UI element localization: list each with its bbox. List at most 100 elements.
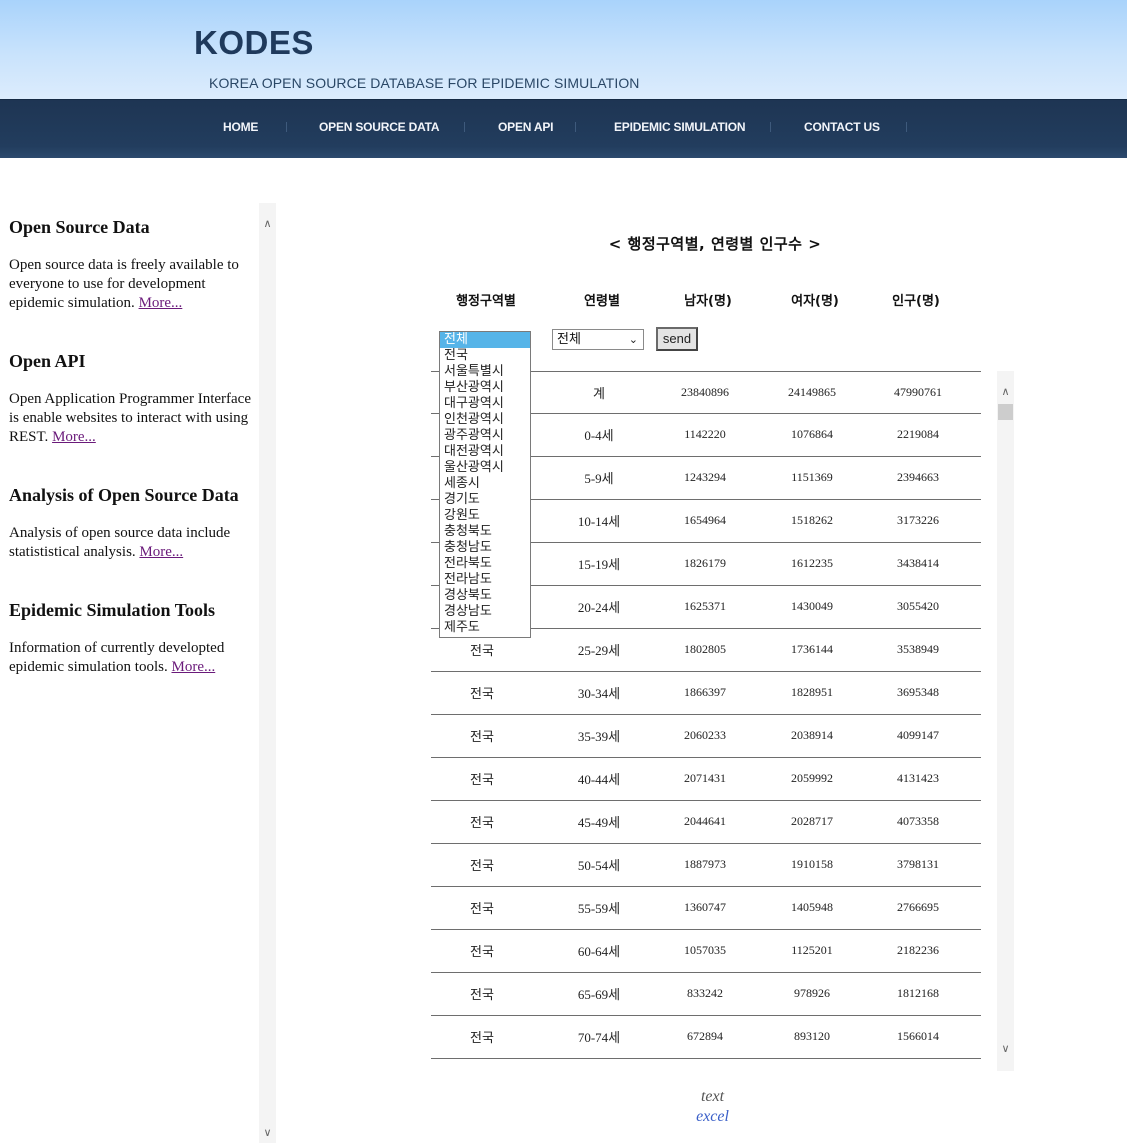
more-link[interactable]: More... xyxy=(171,659,215,675)
total-cell: 47990761 xyxy=(894,385,942,399)
region-cell: 전국 xyxy=(470,945,494,960)
chevron-up-icon[interactable]: ∧ xyxy=(259,218,276,230)
region-option[interactable]: 경기도 xyxy=(440,492,530,508)
region-option[interactable]: 경상북도 xyxy=(440,588,530,604)
male-cell: 1360747 xyxy=(684,900,726,914)
male-cell: 1887973 xyxy=(684,857,726,871)
female-cell: 1736144 xyxy=(791,642,833,656)
region-option[interactable]: 인천광역시 xyxy=(440,412,530,428)
male-cell: 2060233 xyxy=(684,728,726,742)
age-cell: 60-64세 xyxy=(577,944,621,959)
sidebar-text: Information of currently developted epid… xyxy=(9,639,254,677)
region-option[interactable]: 전라남도 xyxy=(440,572,530,588)
more-link[interactable]: More... xyxy=(139,295,183,311)
female-cell: 978926 xyxy=(794,986,830,1000)
chevron-down-icon: ⌄ xyxy=(628,333,638,346)
total-cell: 3695348 xyxy=(897,685,939,699)
region-cell: 전국 xyxy=(470,773,494,788)
sidebar-description: Analysis of open source data include sta… xyxy=(9,525,231,560)
region-option[interactable]: 충청북도 xyxy=(440,524,530,540)
table-row: 전국 30-34세 1866397 1828951 3695348 xyxy=(431,672,981,715)
chevron-down-icon[interactable]: ∨ xyxy=(259,1127,276,1139)
age-cell: 0-4세 xyxy=(584,428,614,443)
total-cell: 2394663 xyxy=(897,470,939,484)
region-option[interactable]: 부산광역시 xyxy=(440,380,530,396)
region-cell: 전국 xyxy=(470,730,494,745)
total-cell: 3438414 xyxy=(897,556,939,570)
total-cell: 2219084 xyxy=(897,427,939,441)
region-cell: 전국 xyxy=(470,687,494,702)
region-option[interactable]: 충청남도 xyxy=(440,540,530,556)
region-option[interactable]: 전체 xyxy=(440,332,530,348)
age-cell: 25-29세 xyxy=(577,643,621,658)
region-option[interactable]: 서울특별시 xyxy=(440,364,530,380)
region-option[interactable]: 광주광역시 xyxy=(440,428,530,444)
male-cell: 1243294 xyxy=(684,470,726,484)
sidebar-section-open-source-data: Open Source Data Open source data is fre… xyxy=(9,217,254,313)
nav-contact-us[interactable]: CONTACT US xyxy=(804,120,880,134)
more-link[interactable]: More... xyxy=(52,429,96,445)
scrollbar-thumb[interactable] xyxy=(998,404,1013,420)
nav-divider xyxy=(464,122,465,132)
age-cell: 35-39세 xyxy=(577,729,621,744)
total-cell: 4131423 xyxy=(897,771,939,785)
region-option[interactable]: 경상남도 xyxy=(440,604,530,620)
sidebar-scrollbar[interactable]: ∧ ∨ xyxy=(259,203,276,1143)
female-cell: 1828951 xyxy=(791,685,833,699)
female-cell: 1518262 xyxy=(791,513,833,527)
female-cell: 24149865 xyxy=(788,385,836,399)
region-cell: 전국 xyxy=(470,816,494,831)
male-cell: 1625371 xyxy=(684,599,726,613)
total-cell: 3173226 xyxy=(897,513,939,527)
age-cell: 30-34세 xyxy=(577,686,621,701)
site-logo[interactable]: KODES xyxy=(194,24,314,62)
sidebar-section-simulation-tools: Epidemic Simulation Tools Information of… xyxy=(9,600,254,677)
age-cell: 10-14세 xyxy=(577,514,621,529)
male-cell: 833242 xyxy=(687,986,723,1000)
column-header-region: 행정구역별 xyxy=(456,294,516,309)
region-cell: 전국 xyxy=(470,1031,494,1046)
chevron-down-icon[interactable]: ∨ xyxy=(997,1043,1014,1055)
chevron-up-icon[interactable]: ∧ xyxy=(997,386,1014,398)
sidebar-section-analysis: Analysis of Open Source Data Analysis of… xyxy=(9,485,254,562)
nav-open-source-data[interactable]: OPEN SOURCE DATA xyxy=(319,120,440,134)
male-cell: 2071431 xyxy=(684,771,726,785)
more-link[interactable]: More... xyxy=(139,544,183,560)
total-cell: 2766695 xyxy=(897,900,939,914)
female-cell: 893120 xyxy=(794,1029,830,1043)
nav-open-api[interactable]: OPEN API xyxy=(498,120,554,134)
region-option[interactable]: 대구광역시 xyxy=(440,396,530,412)
age-cell: 45-49세 xyxy=(577,815,621,830)
nav-epidemic-simulation[interactable]: EPIDEMIC SIMULATION xyxy=(614,120,746,134)
send-button[interactable]: send xyxy=(656,327,698,351)
page-title: < 행정구역별, 연령별 인구수 > xyxy=(608,235,822,253)
total-cell: 3798131 xyxy=(897,857,939,871)
male-cell: 1826179 xyxy=(684,556,726,570)
region-option[interactable]: 세종시 xyxy=(440,476,530,492)
table-scrollbar[interactable]: ∧ ∨ xyxy=(997,371,1014,1071)
region-option[interactable]: 강원도 xyxy=(440,508,530,524)
download-excel-link[interactable]: excel xyxy=(640,1106,785,1127)
nav-home[interactable]: HOME xyxy=(223,120,258,134)
region-option[interactable]: 제주도 xyxy=(440,620,530,636)
nav-divider xyxy=(575,122,576,132)
main-nav: HOME OPEN SOURCE DATA OPEN API EPIDEMIC … xyxy=(0,99,1127,158)
region-option[interactable]: 전라북도 xyxy=(440,556,530,572)
total-cell: 1812168 xyxy=(897,986,939,1000)
region-cell: 전국 xyxy=(470,988,494,1003)
age-cell: 15-19세 xyxy=(577,557,621,572)
table-row: 전국 65-69세 833242 978926 1812168 xyxy=(431,973,981,1016)
sidebar-title: Open Source Data xyxy=(9,217,150,237)
region-dropdown-list[interactable]: 전체 전국 서울특별시 부산광역시 대구광역시 인천광역시 광주광역시 대전광역시 울산광역시 세… xyxy=(439,331,531,638)
female-cell: 2038914 xyxy=(791,728,833,742)
region-option[interactable]: 전국 xyxy=(440,348,530,364)
download-text-link[interactable]: text xyxy=(640,1087,785,1106)
age-select[interactable]: 전체 ⌄ xyxy=(552,329,644,350)
region-option[interactable]: 울산광역시 xyxy=(440,460,530,476)
column-header-age: 연령별 xyxy=(584,294,620,309)
age-cell: 20-24세 xyxy=(577,600,621,615)
region-option[interactable]: 대전광역시 xyxy=(440,444,530,460)
sidebar-title: Open API xyxy=(9,351,86,371)
region-cell: 전국 xyxy=(470,902,494,917)
female-cell: 1430049 xyxy=(791,599,833,613)
